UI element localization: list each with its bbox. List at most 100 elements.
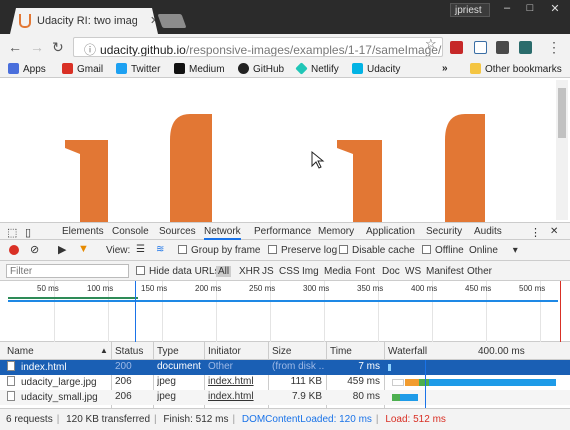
filter-font[interactable]: Font [355,266,375,277]
tab-network[interactable]: Network [204,226,241,240]
url-host: udacity.github.io [100,43,186,57]
filter-css[interactable]: CSS [279,266,300,277]
hide-data-urls-checkbox[interactable]: Hide data URLs [136,266,220,277]
group-by-frame-checkbox[interactable]: Group by frame [178,245,260,256]
view-label: View: [106,245,131,256]
tab-sources[interactable]: Sources [159,226,196,237]
disable-cache-checkbox[interactable]: Disable cache [339,245,415,256]
close-window-button[interactable]: ✕ [545,2,565,15]
new-tab-button[interactable] [157,14,187,28]
timeline-tick: 450 ms [465,284,492,293]
chevron-down-icon: ▾ [512,245,518,256]
timeline-tick: 350 ms [357,284,384,293]
column-initiator[interactable]: Initiator [208,346,241,357]
page-scrollbar[interactable] [556,80,568,220]
column-status[interactable]: Status [115,346,143,357]
devtools-close-icon[interactable]: ✕ [550,226,558,237]
table-row[interactable]: udacity_small.jpg 206 jpeg index.html 7.… [0,390,570,405]
minimize-button[interactable]: – [497,2,517,14]
bookmark-twitter[interactable]: Twitter [116,63,160,75]
file-icon [7,361,15,371]
filter-img[interactable]: Img [302,266,319,277]
devtools-menu-icon[interactable]: ⋮ [530,226,541,239]
request-size: (from disk ... [272,361,324,372]
tab-console[interactable]: Console [112,226,149,237]
filter-ws[interactable]: WS [405,266,421,277]
request-time: 7 ms [358,361,380,372]
request-initiator-link[interactable]: index.html [208,376,254,387]
filter-funnel-icon[interactable]: ▼ [78,243,89,255]
folder-icon [470,63,481,74]
back-arrow-icon[interactable]: ← [8,39,22,55]
reload-icon[interactable]: ↻ [52,39,64,56]
large-rows-icon[interactable]: ☰ [136,244,145,255]
table-row[interactable]: udacity_large.jpg 206 jpeg index.html 11… [0,375,570,390]
column-size[interactable]: Size [272,346,291,357]
page-viewport [0,78,570,222]
filter-xhr[interactable]: XHR [239,266,260,277]
sort-arrow-icon[interactable]: ▲ [100,346,108,355]
tab-close-icon[interactable]: ✕ [150,14,158,27]
preserve-log-checkbox[interactable]: Preserve log [268,245,337,256]
tab-application[interactable]: Application [366,226,415,237]
address-bar[interactable]: ⓘ udacity.github.io/responsive-images/exa… [73,37,443,57]
column-time[interactable]: Time [330,346,352,357]
timeline-tick: 150 ms [141,284,168,293]
record-icon[interactable] [9,245,19,255]
tab-audits[interactable]: Audits [474,226,502,237]
filter-other[interactable]: Other [467,266,492,277]
filter-bar: Hide data URLs All XHR JS CSS Img Media … [0,261,570,281]
overview-icon[interactable]: ≋ [156,244,164,255]
vimium-extension-icon[interactable] [474,41,487,54]
bookmark-github[interactable]: GitHub [238,63,284,75]
extension-icon[interactable] [519,41,532,54]
column-name[interactable]: Name [7,346,34,357]
other-bookmarks[interactable]: Other bookmarks [470,63,562,75]
throttling-select[interactable]: Online ▾ [469,245,518,256]
browser-tab[interactable]: Udacity RI: two images, s ✕ [10,8,158,34]
url-path: /responsive-images/examples/1-17/sameIma… [185,43,443,57]
tab-performance[interactable]: Performance [254,226,311,237]
filter-all[interactable]: All [216,266,232,277]
filter-doc[interactable]: Doc [382,266,400,277]
filter-js[interactable]: JS [262,266,274,277]
column-type[interactable]: Type [157,346,179,357]
bookmarks-overflow-icon[interactable]: » [442,63,448,74]
forward-arrow-icon[interactable]: → [30,39,44,55]
table-row[interactable]: index.html 200 document Other (from disk… [0,360,570,375]
request-count: 6 requests [6,414,53,425]
bookmark-netlify[interactable]: Netlify [295,62,339,75]
tab-memory[interactable]: Memory [318,226,354,237]
filter-media[interactable]: Media [324,266,351,277]
file-icon [7,391,15,401]
request-type: jpeg [157,391,176,402]
clear-icon[interactable]: ⊘ [30,243,39,256]
bookmark-gmail[interactable]: Gmail [62,63,103,75]
profile-button[interactable]: jpriest [450,3,490,17]
chrome-menu-icon[interactable]: ⋮ [547,39,561,56]
filter-manifest[interactable]: Manifest [426,266,464,277]
request-name: udacity_large.jpg [7,376,97,388]
filter-input[interactable] [6,264,129,278]
network-overview-timeline[interactable]: 50 ms 100 ms 150 ms 200 ms 250 ms 300 ms… [0,281,570,342]
tab-security[interactable]: Security [426,226,462,237]
bookmark-star-icon[interactable]: ☆ [425,36,437,52]
browser-toolbar: ← → ↻ ⓘ udacity.github.io/responsive-imag… [0,34,570,60]
extension-icon[interactable] [496,41,509,54]
capture-screenshots-icon[interactable]: ▶ [58,243,66,256]
maximize-button[interactable]: □ [520,2,540,14]
device-toolbar-icon[interactable]: ▯ [25,226,31,239]
request-status: 206 [115,376,132,387]
column-waterfall[interactable]: Waterfall [388,346,427,357]
twitter-icon [116,63,127,74]
scrollbar-thumb[interactable] [558,88,566,138]
bookmark-apps[interactable]: Apps [8,63,46,75]
bookmark-medium[interactable]: Medium [174,63,225,75]
ublock-extension-icon[interactable] [450,41,463,54]
bookmark-udacity[interactable]: Udacity [352,63,400,75]
request-size: 111 KB [290,376,322,387]
tab-elements[interactable]: Elements [62,226,104,237]
offline-checkbox[interactable]: Offline [422,245,464,256]
inspect-element-icon[interactable]: ⬚ [7,226,17,239]
request-initiator-link[interactable]: index.html [208,391,254,402]
